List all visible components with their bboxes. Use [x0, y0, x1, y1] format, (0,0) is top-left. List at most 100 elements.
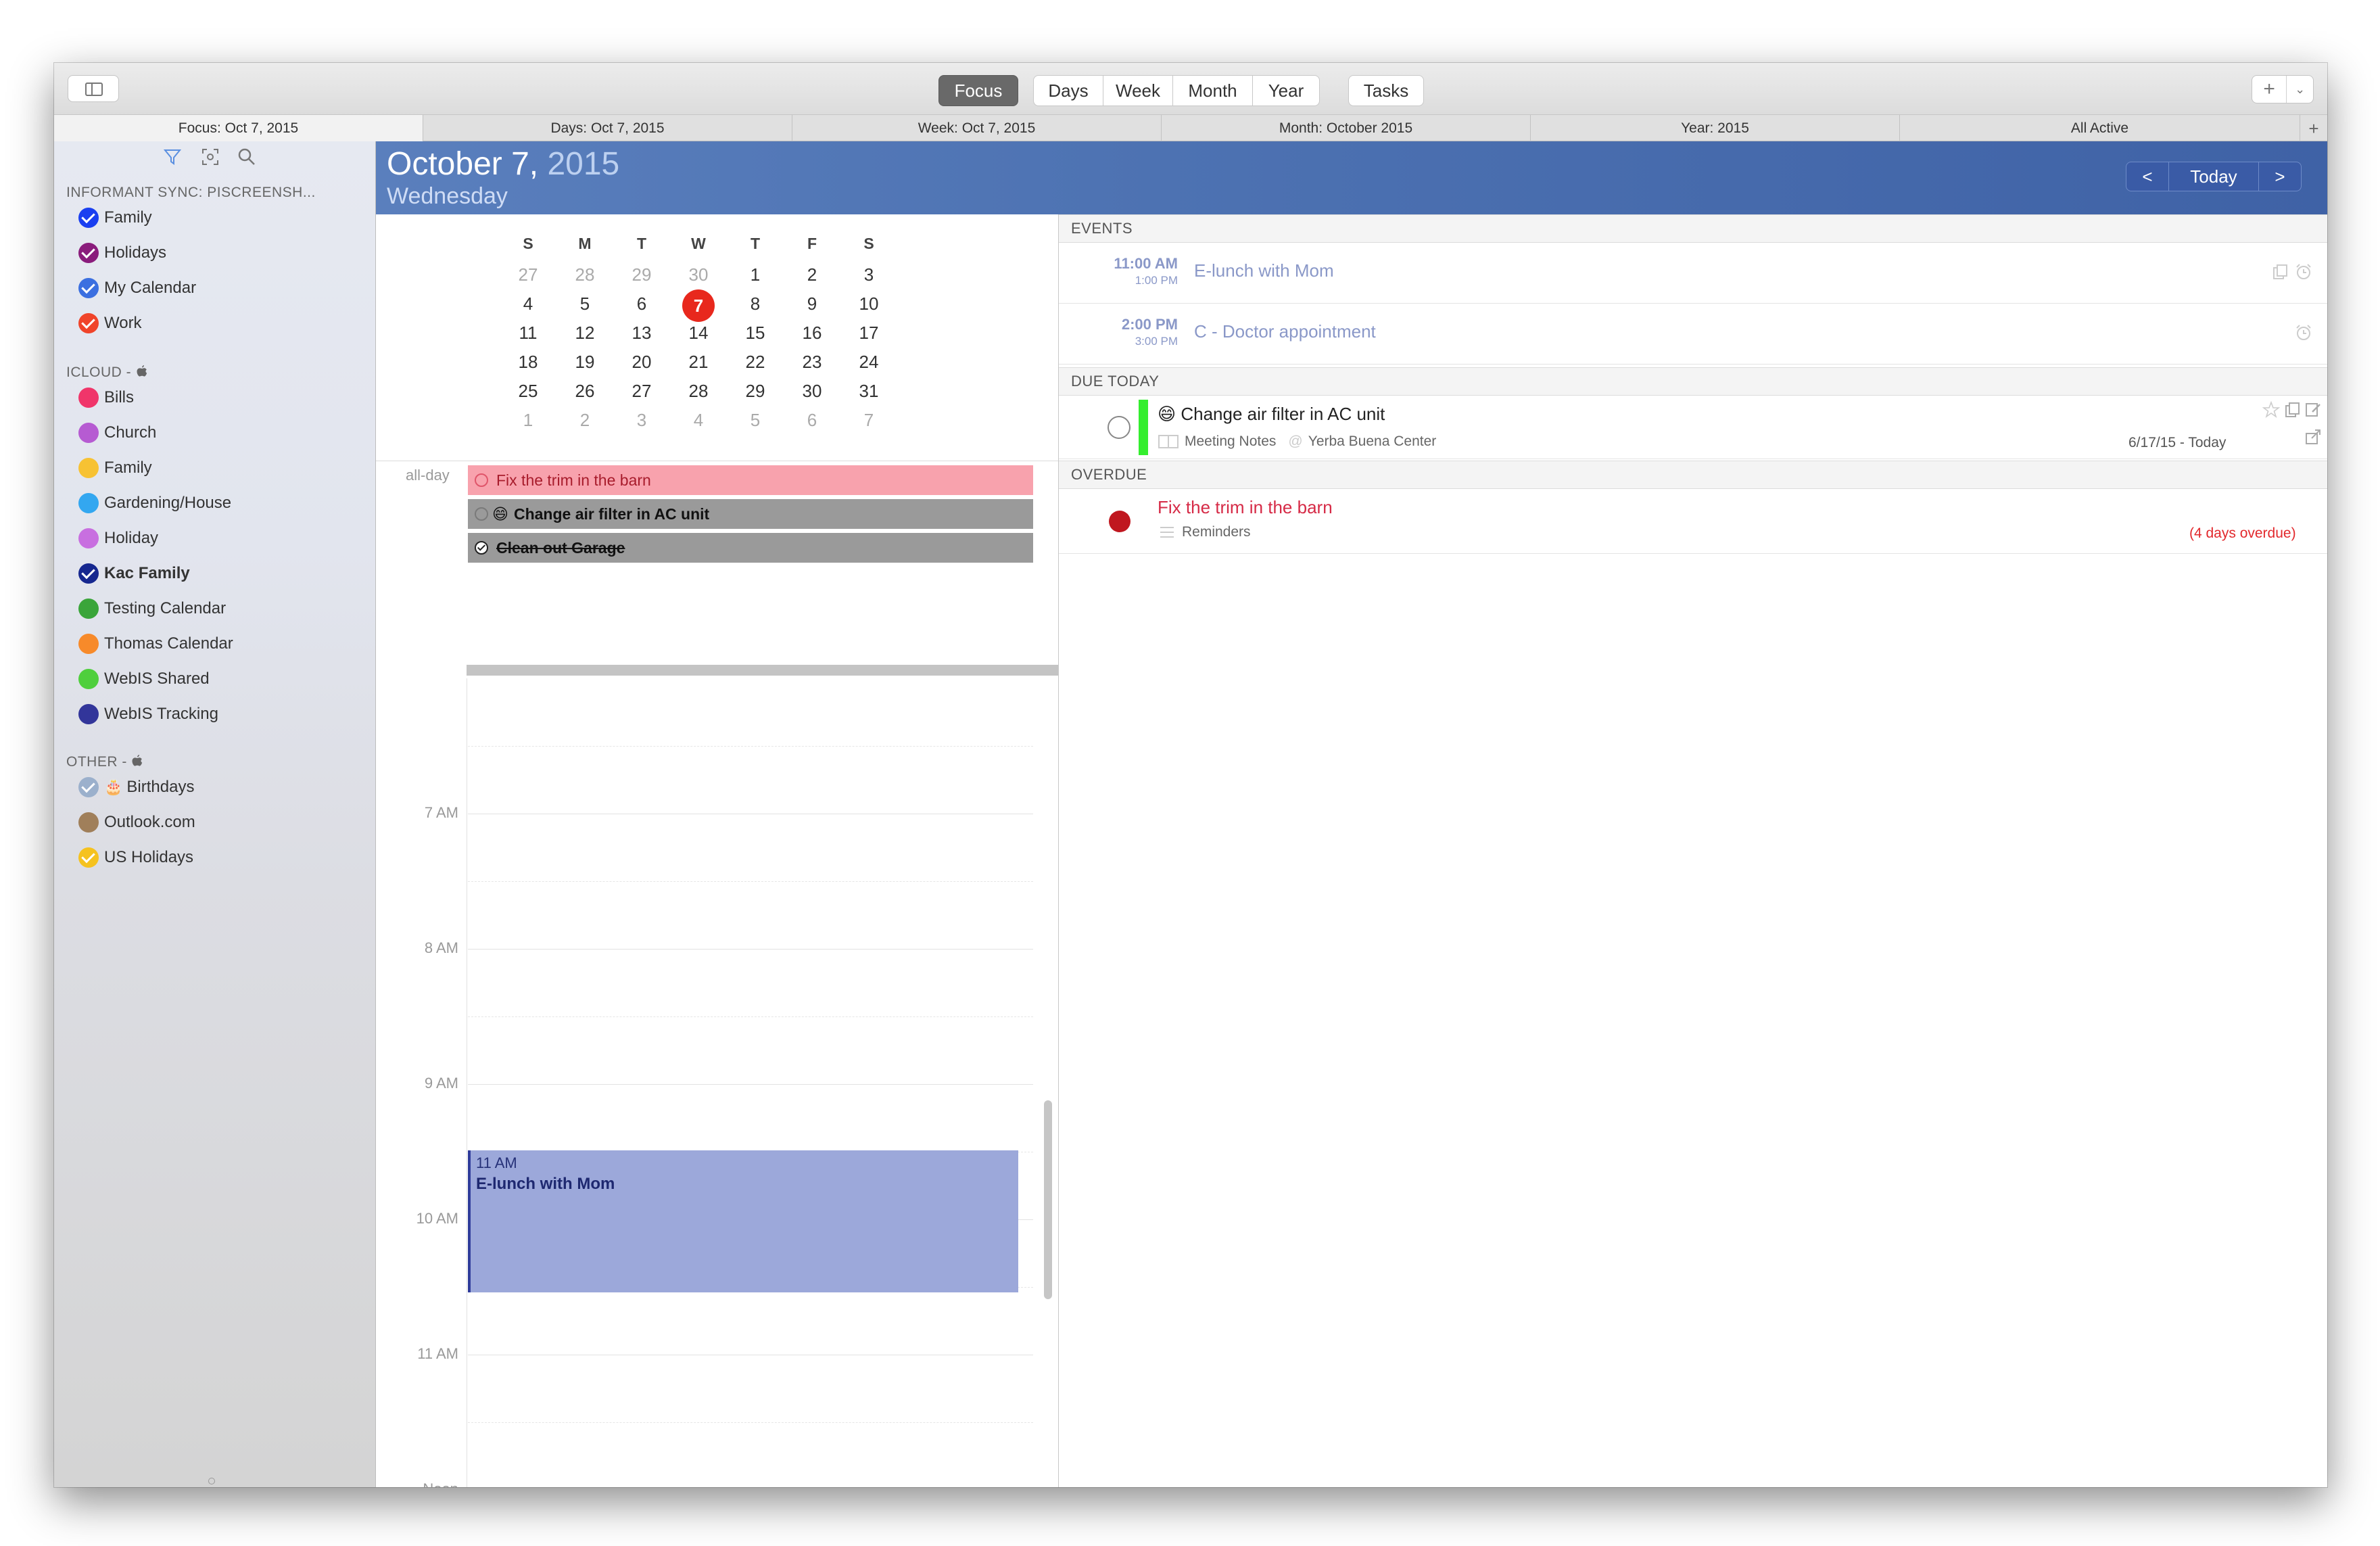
alarm-icon[interactable]: [2295, 324, 2312, 342]
mini-calendar-day[interactable]: 15: [732, 319, 779, 348]
mini-calendar-day[interactable]: 28: [561, 260, 609, 289]
checkbox-icon[interactable]: [78, 777, 99, 797]
mini-calendar-day[interactable]: 14: [675, 319, 722, 348]
mini-calendar-day[interactable]: 24: [845, 348, 892, 377]
edit-icon[interactable]: [2304, 401, 2322, 419]
calendar-item-webis-shared[interactable]: WebIS Shared: [78, 663, 210, 695]
timeline-event[interactable]: 11 AM E-lunch with Mom: [468, 1150, 1018, 1292]
tab-all-active[interactable]: All Active: [1900, 115, 2300, 142]
all-day-item[interactable]: 😄 Change air filter in AC unit: [468, 499, 1033, 529]
calendar-item-us-holidays[interactable]: US Holidays: [78, 842, 193, 873]
sidebar-resize-handle[interactable]: [208, 1478, 215, 1484]
checkbox-icon[interactable]: [78, 634, 99, 654]
year-view-button[interactable]: Year: [1252, 75, 1320, 106]
mini-calendar-day[interactable]: 7: [845, 406, 892, 435]
focus-view-button[interactable]: Focus: [938, 75, 1018, 106]
search-icon[interactable]: [237, 147, 257, 167]
task-complete-checkbox[interactable]: [1108, 416, 1130, 439]
mini-calendar-day[interactable]: 10: [845, 289, 892, 319]
mini-calendar-day[interactable]: 9: [788, 289, 836, 319]
event-row[interactable]: 2:00 PM 3:00 PM C - Doctor appointment: [1059, 304, 2327, 365]
checkbox-icon[interactable]: [78, 243, 99, 263]
calendar-item-webis-tracking[interactable]: WebIS Tracking: [78, 699, 218, 730]
calendar-item-gardening[interactable]: Gardening/House: [78, 488, 231, 519]
tab-year[interactable]: Year: 2015: [1531, 115, 1900, 142]
mini-calendar-day[interactable]: 27: [504, 260, 552, 289]
today-button[interactable]: Today: [2169, 162, 2259, 191]
checkbox-icon[interactable]: [78, 208, 99, 228]
task-row[interactable]: 😄 Change air filter in AC unit Meeting N…: [1059, 396, 2327, 459]
add-tab-button[interactable]: +: [2300, 115, 2327, 142]
mini-calendar-day[interactable]: 29: [732, 377, 779, 406]
focus-target-icon[interactable]: [200, 147, 220, 167]
calendar-item-thomas[interactable]: Thomas Calendar: [78, 628, 233, 659]
mini-calendar-day[interactable]: 31: [845, 377, 892, 406]
checkbox-icon[interactable]: [78, 493, 99, 513]
calendar-item-holiday[interactable]: Holiday: [78, 523, 158, 554]
mini-calendar-day[interactable]: 26: [561, 377, 609, 406]
mini-calendar-day[interactable]: 22: [732, 348, 779, 377]
next-day-button[interactable]: >: [2259, 162, 2301, 191]
checkbox-icon[interactable]: [78, 669, 99, 689]
mini-calendar-day[interactable]: 12: [561, 319, 609, 348]
chevron-down-icon[interactable]: ⌄: [2287, 83, 2313, 97]
calendar-item-kac-family[interactable]: Kac Family: [78, 558, 190, 589]
mini-calendar-day[interactable]: 13: [618, 319, 665, 348]
mini-calendar-day[interactable]: 25: [504, 377, 552, 406]
calendar-item-birthdays[interactable]: 🎂 Birthdays: [78, 772, 194, 803]
calendar-item-work[interactable]: Work: [78, 308, 142, 339]
mini-calendar-day[interactable]: 6: [788, 406, 836, 435]
mini-calendar-day[interactable]: 3: [845, 260, 892, 289]
mini-calendar-day[interactable]: 5: [561, 289, 609, 319]
mini-calendar-day[interactable]: 20: [618, 348, 665, 377]
mini-calendar-day[interactable]: 5: [732, 406, 779, 435]
copy-icon[interactable]: [2284, 401, 2302, 419]
tab-days[interactable]: Days: Oct 7, 2015: [423, 115, 792, 142]
checkbox-icon[interactable]: [78, 704, 99, 724]
mini-calendar-day[interactable]: 21: [675, 348, 722, 377]
all-day-item[interactable]: Fix the trim in the barn: [468, 465, 1033, 495]
month-view-button[interactable]: Month: [1172, 75, 1253, 106]
mini-calendar-day[interactable]: 17: [845, 319, 892, 348]
mini-calendar-day[interactable]: 6: [618, 289, 665, 319]
reminder-circle-icon[interactable]: [475, 473, 488, 487]
calendar-item-outlook[interactable]: Outlook.com: [78, 807, 195, 838]
mini-calendar-day[interactable]: 23: [788, 348, 836, 377]
previous-day-button[interactable]: <: [2126, 162, 2169, 191]
tasks-view-button[interactable]: Tasks: [1348, 75, 1424, 106]
sidebar-toggle-button[interactable]: [68, 75, 119, 102]
checkbox-icon[interactable]: [78, 313, 99, 333]
tab-week[interactable]: Week: Oct 7, 2015: [792, 115, 1162, 142]
checkbox-icon[interactable]: [78, 278, 99, 298]
checkbox-icon[interactable]: [78, 423, 99, 443]
mini-calendar-today[interactable]: 7: [675, 289, 722, 322]
add-button[interactable]: + ⌄: [2252, 75, 2314, 103]
checkbox-icon[interactable]: [78, 599, 99, 619]
share-icon[interactable]: [2304, 428, 2322, 446]
checkbox-icon[interactable]: [78, 812, 99, 833]
mini-calendar-day[interactable]: 27: [618, 377, 665, 406]
calendar-item-family[interactable]: Family: [78, 202, 152, 233]
mini-calendar-day[interactable]: 16: [788, 319, 836, 348]
copy-icon[interactable]: [2272, 263, 2289, 281]
mini-calendar-day[interactable]: 18: [504, 348, 552, 377]
mini-calendar-day[interactable]: 4: [504, 289, 552, 319]
tab-month[interactable]: Month: October 2015: [1162, 115, 1531, 142]
star-icon[interactable]: [2262, 401, 2280, 419]
mini-calendar-day[interactable]: 3: [618, 406, 665, 435]
mini-calendar-day[interactable]: 8: [732, 289, 779, 319]
calendar-item-church[interactable]: Church: [78, 417, 156, 448]
checkbox-icon[interactable]: [78, 847, 99, 868]
mini-calendar-day[interactable]: 30: [788, 377, 836, 406]
event-row[interactable]: 11:00 AM 1:00 PM E-lunch with Mom: [1059, 243, 2327, 304]
calendar-item-holidays[interactable]: Holidays: [78, 237, 166, 268]
alarm-icon[interactable]: [2295, 263, 2312, 281]
checkbox-icon[interactable]: [78, 528, 99, 548]
mini-calendar-day[interactable]: 1: [504, 406, 552, 435]
mini-calendar-day[interactable]: 2: [561, 406, 609, 435]
calendar-item-family-icloud[interactable]: Family: [78, 452, 152, 484]
checkbox-icon[interactable]: [78, 563, 99, 584]
mini-calendar-day[interactable]: 4: [675, 406, 722, 435]
mini-calendar-day[interactable]: 28: [675, 377, 722, 406]
mini-calendar-day[interactable]: 19: [561, 348, 609, 377]
